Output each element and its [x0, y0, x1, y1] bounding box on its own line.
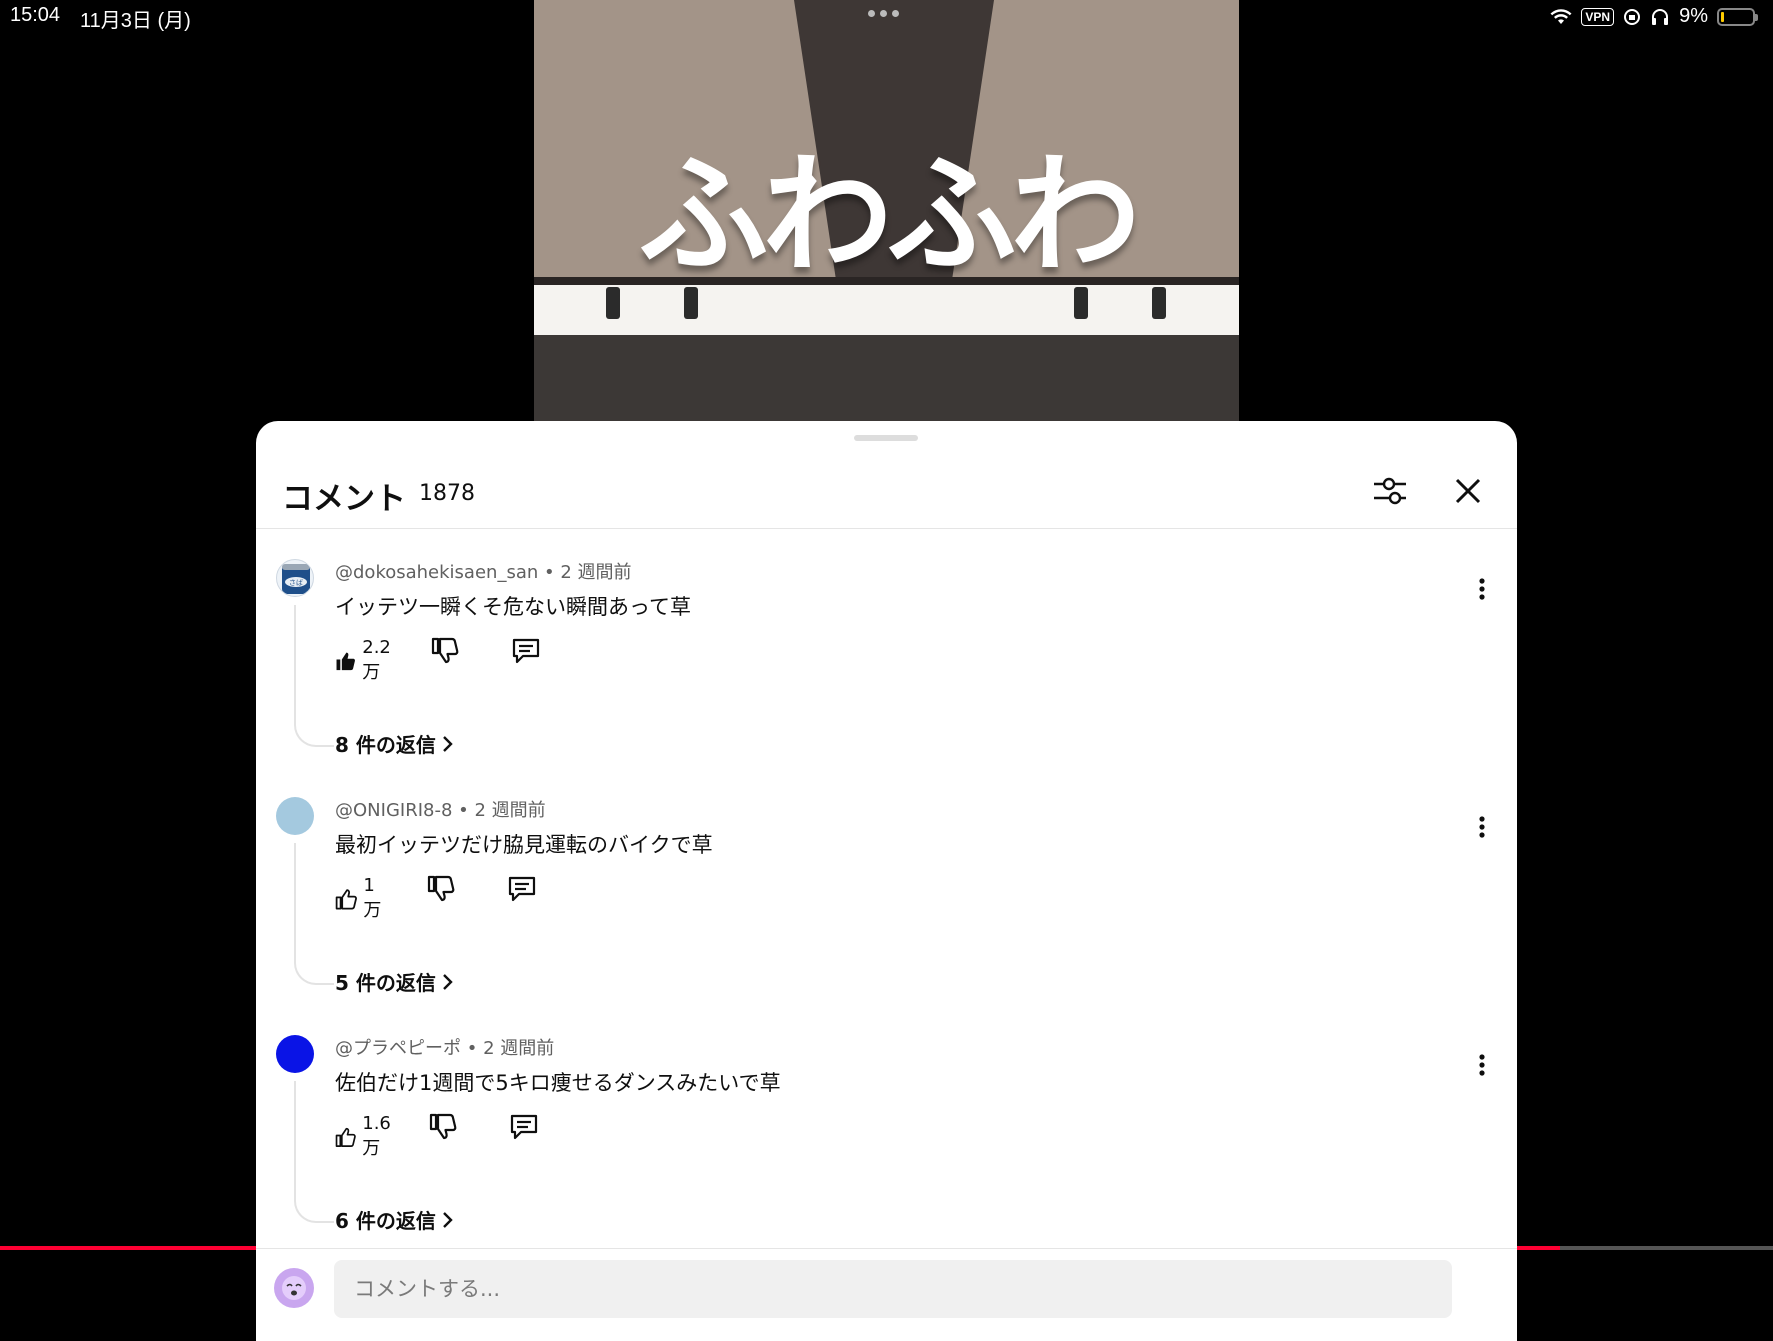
like-button[interactable]: 1.6万 — [335, 1113, 398, 1160]
close-button[interactable] — [1446, 469, 1490, 513]
avatar[interactable] — [276, 797, 314, 835]
battery-icon — [1717, 7, 1758, 26]
like-count: 1.6万 — [362, 1113, 391, 1159]
comment-author[interactable]: @dokosahekisaen_san — [335, 562, 538, 583]
reply-button[interactable] — [509, 1113, 539, 1145]
comment-age: 2 週間前 — [474, 800, 546, 821]
thumbs-down-icon — [427, 875, 455, 902]
more-options-button[interactable] — [1464, 571, 1500, 607]
chevron-right-icon — [443, 1211, 453, 1228]
reply-button[interactable] — [511, 637, 541, 669]
video-sign-text: ふわふわ — [638, 139, 1140, 291]
comment-age: 2 週間前 — [560, 562, 632, 583]
svg-text:さば: さば — [289, 578, 303, 587]
filter-icon — [1374, 477, 1406, 505]
dislike-button[interactable] — [427, 875, 455, 907]
video-player[interactable]: ふわふわ — [534, 0, 1239, 422]
comment-meta: @プラペピーポ • 2 週間前 — [335, 1038, 555, 1059]
close-icon — [1455, 478, 1481, 504]
more-vert-icon — [1479, 578, 1485, 600]
user-avatar[interactable] — [274, 1268, 314, 1308]
more-vert-icon — [1479, 816, 1485, 838]
replies-label: 6 件の返信 — [335, 1209, 436, 1233]
comments-count: 1878 — [419, 481, 475, 506]
status-date: 11月3日 (月) — [80, 10, 191, 32]
comments-title: コメント — [282, 481, 406, 517]
avatar[interactable]: さば — [276, 559, 314, 597]
dislike-button[interactable] — [429, 1113, 457, 1145]
comment-meta: @ONIGIRI8-8 • 2 週間前 — [335, 800, 546, 821]
thumbs-down-icon — [431, 637, 459, 664]
crying-face-icon — [282, 1276, 306, 1300]
wifi-icon — [1550, 8, 1572, 24]
view-replies-button[interactable]: 6 件の返信 — [335, 1205, 454, 1234]
comment-text: 最初イッテツだけ脇見運転のバイクで草 — [335, 833, 713, 857]
comment-composer — [256, 1248, 1517, 1341]
dislike-button[interactable] — [431, 637, 459, 669]
comment-item: @プラペピーポ • 2 週間前 佐伯だけ1週間で5キロ痩せるダンスみたいで草 1… — [256, 1025, 1517, 1263]
more-options-button[interactable] — [1464, 809, 1500, 845]
view-replies-button[interactable]: 5 件の返信 — [335, 967, 454, 996]
comment-text: イッテツ一瞬くそ危ない瞬間あって草 — [335, 595, 691, 619]
comments-panel: コメント 1878 さば @dokosahekisaen_san • 2 週間前… — [256, 421, 1517, 1341]
headphones-icon — [1652, 8, 1669, 25]
mackerel-can-icon: さば — [282, 564, 310, 594]
comment-author[interactable]: @プラペピーポ — [335, 1038, 461, 1059]
reply-comment-icon — [508, 876, 536, 902]
comment-meta: @dokosahekisaen_san • 2 週間前 — [335, 562, 632, 583]
replies-label: 8 件の返信 — [335, 733, 436, 757]
comments-header: コメント 1878 — [256, 421, 1517, 529]
chevron-right-icon — [443, 973, 453, 990]
comment-author[interactable]: @ONIGIRI8-8 — [335, 800, 452, 821]
thumbs-down-icon — [429, 1113, 457, 1140]
like-count: 2.2万 — [362, 637, 391, 683]
like-button[interactable]: 2.2万 — [335, 637, 398, 684]
thumbs-up-icon — [335, 888, 357, 909]
thumbs-up-icon — [335, 1127, 356, 1147]
thumbs-up-filled-icon — [336, 652, 355, 670]
status-icons: VPN 9% — [1550, 5, 1758, 28]
comment-input[interactable] — [334, 1260, 1452, 1318]
reply-comment-icon — [512, 638, 540, 664]
filter-button[interactable] — [1368, 469, 1412, 513]
reply-comment-icon — [510, 1114, 538, 1140]
like-count: 1万 — [363, 875, 382, 921]
battery-percent: 9% — [1679, 5, 1708, 27]
comment-item: さば @dokosahekisaen_san • 2 週間前 イッテツ一瞬くそ危… — [256, 549, 1517, 787]
vpn-badge: VPN — [1581, 7, 1615, 26]
comment-text: 佐伯だけ1週間で5キロ痩せるダンスみたいで草 — [335, 1071, 781, 1095]
multitask-dots[interactable] — [868, 10, 899, 17]
orientation-lock-icon — [1624, 8, 1641, 25]
chevron-right-icon — [443, 735, 453, 752]
avatar[interactable] — [276, 1035, 314, 1073]
more-vert-icon — [1479, 1054, 1485, 1076]
replies-label: 5 件の返信 — [335, 971, 436, 995]
status-time: 15:04 — [10, 4, 61, 26]
more-options-button[interactable] — [1464, 1047, 1500, 1083]
comment-item: @ONIGIRI8-8 • 2 週間前 最初イッテツだけ脇見運転のバイクで草 1… — [256, 787, 1517, 1025]
view-replies-button[interactable]: 8 件の返信 — [335, 729, 454, 758]
reply-button[interactable] — [507, 875, 537, 907]
like-button[interactable]: 1万 — [335, 875, 387, 922]
comment-age: 2 週間前 — [483, 1038, 555, 1059]
